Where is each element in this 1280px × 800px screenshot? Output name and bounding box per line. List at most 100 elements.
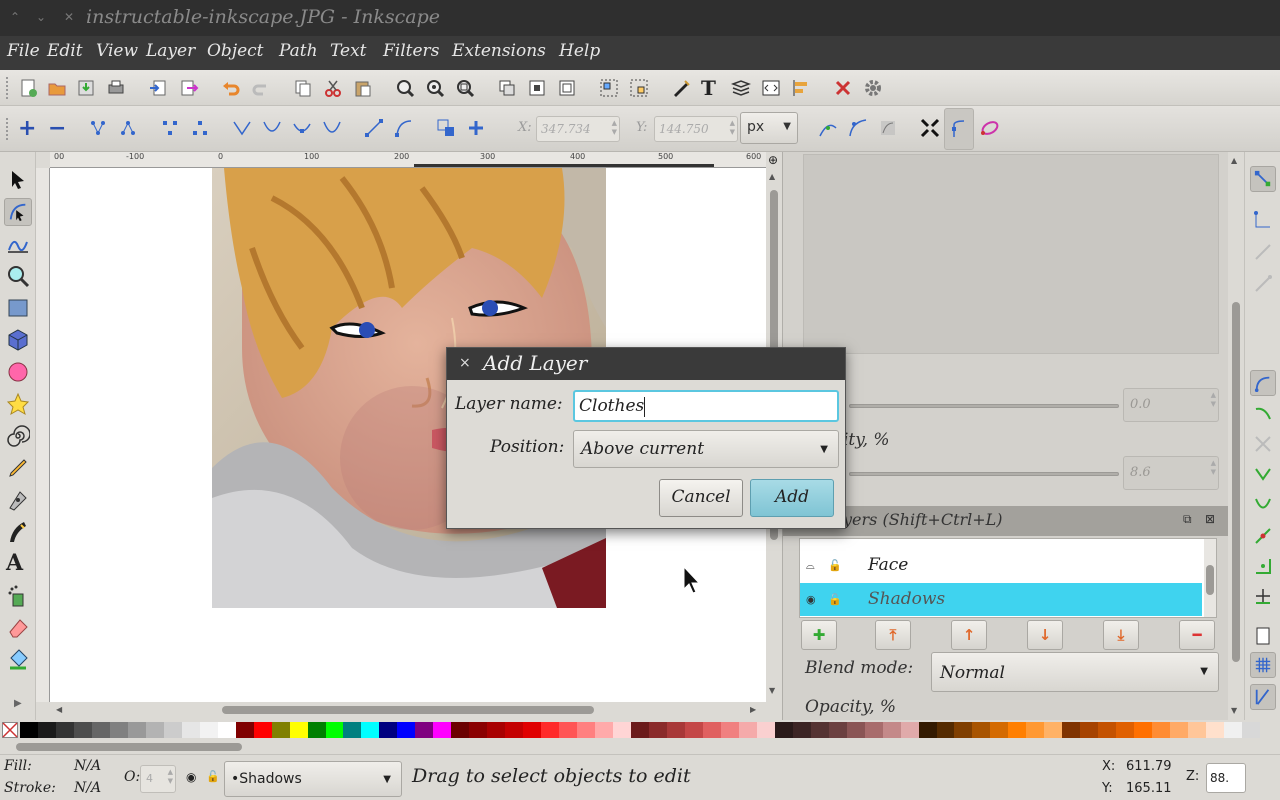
- add-layer-button[interactable]: ✚: [801, 620, 837, 650]
- snap-paths-icon[interactable]: [1253, 404, 1273, 424]
- segment-line-icon[interactable]: [364, 118, 384, 138]
- palette-swatch[interactable]: [1170, 722, 1189, 738]
- selector-tool-icon[interactable]: [6, 168, 30, 192]
- export-icon[interactable]: [179, 78, 199, 98]
- palette-swatch[interactable]: [864, 722, 883, 738]
- node-cusp-icon[interactable]: [232, 118, 252, 138]
- preferences-icon[interactable]: [833, 78, 853, 98]
- undo-icon[interactable]: [221, 78, 241, 98]
- palette-swatch[interactable]: [1098, 722, 1117, 738]
- palette-scrollbar[interactable]: [0, 740, 1280, 754]
- palette-swatch[interactable]: [469, 722, 488, 738]
- import-icon[interactable]: [148, 78, 168, 98]
- dock-panel-icon[interactable]: ⧉: [1183, 512, 1192, 527]
- palette-swatch[interactable]: [1044, 722, 1063, 738]
- palette-swatch[interactable]: [810, 722, 829, 738]
- join-nodes-icon[interactable]: [88, 118, 108, 138]
- layer-name-input[interactable]: Clothes: [573, 390, 839, 422]
- palette-swatch[interactable]: [181, 722, 200, 738]
- open-icon[interactable]: [47, 78, 67, 98]
- horizontal-scroll-thumb[interactable]: [222, 706, 594, 714]
- gear-icon[interactable]: [863, 78, 883, 98]
- palette-swatch[interactable]: [163, 722, 182, 738]
- opacity-field[interactable]: 4 ▲ ▼: [140, 765, 176, 793]
- palette-swatch[interactable]: [199, 722, 218, 738]
- dock-scrollbar[interactable]: ▲ ▼: [1228, 152, 1244, 720]
- raise-layer-icon[interactable]: ↑: [951, 620, 987, 650]
- palette-swatch[interactable]: [972, 722, 991, 738]
- palette-swatch[interactable]: [666, 722, 685, 738]
- lower-layer-icon[interactable]: ↓: [1027, 620, 1063, 650]
- edit-mask-icon[interactable]: [878, 118, 898, 138]
- palette-swatch[interactable]: [792, 722, 811, 738]
- paste-icon[interactable]: [353, 78, 373, 98]
- snap-grids-button[interactable]: [1250, 652, 1276, 678]
- snap-path-intersections-icon[interactable]: [1253, 434, 1273, 454]
- palette-swatch[interactable]: [505, 722, 524, 738]
- palette-swatch[interactable]: [37, 722, 56, 738]
- palette-swatch[interactable]: [990, 722, 1009, 738]
- maximize-icon[interactable]: ⌄: [36, 10, 46, 24]
- lock-icon[interactable]: 🔓: [206, 770, 220, 783]
- palette-swatch[interactable]: [900, 722, 919, 738]
- close-window-icon[interactable]: ✕: [64, 10, 74, 24]
- hidden-eye-icon[interactable]: ⌓: [806, 559, 815, 573]
- palette-swatch[interactable]: [541, 722, 560, 738]
- menu-text[interactable]: Text: [330, 41, 367, 61]
- palette-swatch[interactable]: [1242, 722, 1261, 738]
- palette-swatch[interactable]: [631, 722, 649, 738]
- zoom-corner-icon[interactable]: ⊕: [768, 153, 778, 167]
- upper-slider[interactable]: [849, 404, 1119, 408]
- node-auto-smooth-icon[interactable]: [322, 118, 342, 138]
- palette-swatch[interactable]: [145, 722, 164, 738]
- no-paint-icon[interactable]: [2, 722, 18, 738]
- snap-smooth-nodes-icon[interactable]: [1253, 494, 1273, 514]
- palette-swatch[interactable]: [559, 722, 578, 738]
- scroll-right-icon[interactable]: ▶: [750, 705, 756, 714]
- node-y-field[interactable]: 144.750 ▲ ▼: [654, 116, 738, 142]
- palette-swatch[interactable]: [577, 722, 596, 738]
- star-tool-icon[interactable]: [6, 392, 30, 416]
- text-tool-icon[interactable]: A: [6, 550, 30, 576]
- pen-tool-icon[interactable]: [6, 488, 30, 512]
- palette-swatch[interactable]: [433, 722, 452, 738]
- palette-swatch[interactable]: [451, 722, 470, 738]
- palette-swatch[interactable]: [1026, 722, 1045, 738]
- palette-swatch[interactable]: [1008, 722, 1027, 738]
- palette-swatch[interactable]: [882, 722, 901, 738]
- scroll-down-icon[interactable]: ▼: [1231, 706, 1237, 715]
- snap-centers-icon[interactable]: [1253, 556, 1273, 576]
- enable-snapping-button[interactable]: [1250, 166, 1276, 192]
- palette-swatch[interactable]: [846, 722, 865, 738]
- close-panel-icon[interactable]: ⊠: [1205, 512, 1215, 526]
- break-path-icon[interactable]: [118, 118, 138, 138]
- menu-object[interactable]: Object: [207, 41, 264, 61]
- palette-swatch[interactable]: [109, 722, 128, 738]
- palette-swatch[interactable]: [307, 722, 326, 738]
- lower-value-field[interactable]: 8.6 ▲ ▼: [1123, 456, 1219, 490]
- layers-scroll-thumb[interactable]: [1206, 565, 1214, 595]
- menu-view[interactable]: View: [96, 41, 138, 61]
- scroll-down-icon[interactable]: ▼: [769, 686, 775, 695]
- show-handles-button[interactable]: [944, 108, 974, 150]
- palette-swatch[interactable]: [325, 722, 344, 738]
- menu-edit[interactable]: Edit: [47, 41, 83, 61]
- fill-value[interactable]: N/A: [74, 758, 101, 774]
- close-icon[interactable]: ×: [459, 355, 471, 371]
- delete-segment-icon[interactable]: [190, 118, 210, 138]
- xml-editor-icon[interactable]: [761, 78, 781, 98]
- text-font-icon[interactable]: T: [701, 76, 721, 100]
- align-distribute-icon[interactable]: [791, 78, 811, 98]
- palette-swatch[interactable]: [1134, 722, 1153, 738]
- node-symmetric-icon[interactable]: [292, 118, 312, 138]
- palette-swatch[interactable]: [289, 722, 308, 738]
- node-tool-button[interactable]: [4, 198, 32, 226]
- palette-swatch[interactable]: [91, 722, 110, 738]
- zoom-tool-icon[interactable]: [6, 264, 30, 288]
- menu-filters[interactable]: Filters: [383, 41, 439, 61]
- palette-swatch[interactable]: [702, 722, 721, 738]
- menu-file[interactable]: File: [7, 41, 40, 61]
- node-smooth-icon[interactable]: [262, 118, 282, 138]
- menu-extensions[interactable]: Extensions: [452, 41, 546, 61]
- ungroup-icon[interactable]: [629, 78, 649, 98]
